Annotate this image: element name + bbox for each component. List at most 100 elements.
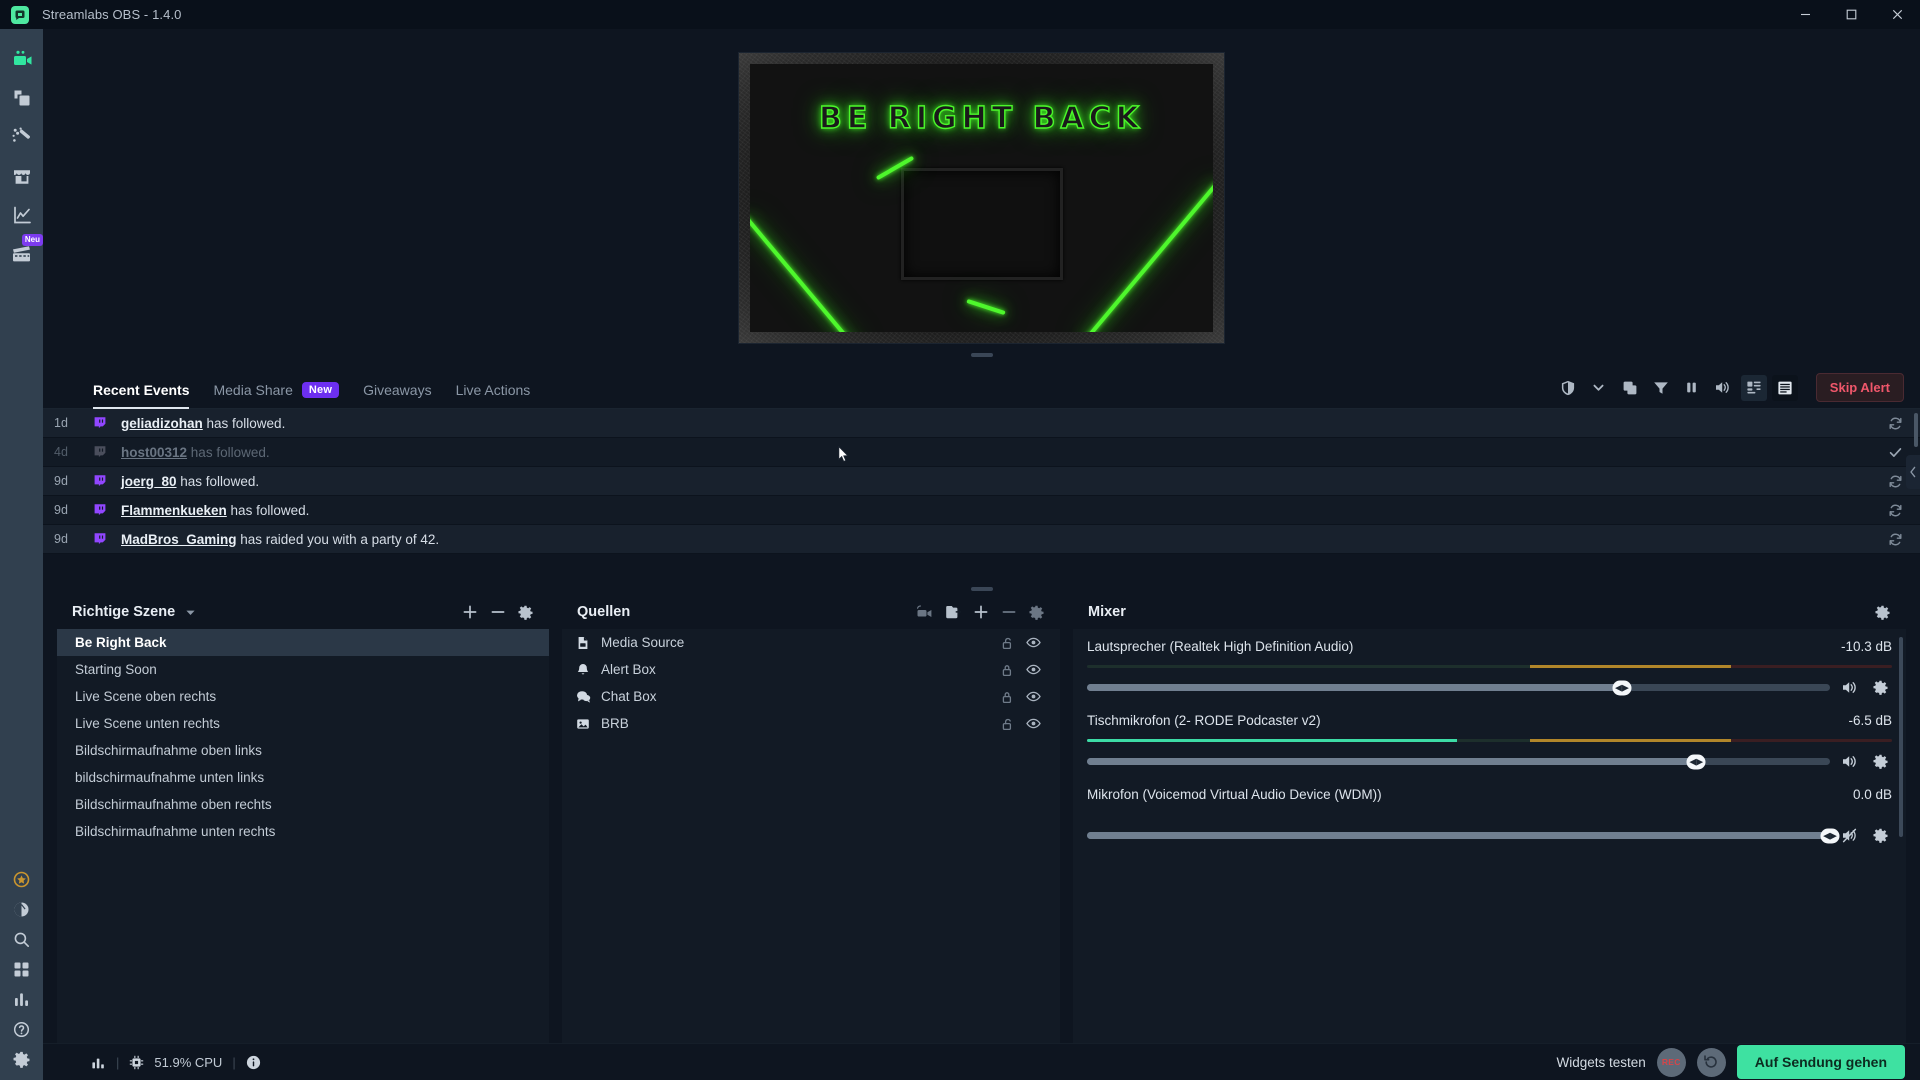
eye-icon[interactable]: [1020, 689, 1047, 704]
mixer-volume-slider[interactable]: ◀▶: [1087, 754, 1830, 769]
info-circle-icon[interactable]: [246, 1055, 261, 1070]
scene-item[interactable]: Be Right Back: [57, 629, 549, 656]
stream-preview[interactable]: BE RIGHT BACK: [43, 29, 1920, 367]
grid-view-icon[interactable]: [1740, 374, 1767, 401]
refresh-icon[interactable]: [1884, 503, 1906, 518]
go-live-button[interactable]: Auf Sendung gehen: [1736, 1045, 1905, 1079]
volume-icon[interactable]: [1710, 375, 1736, 401]
events-resize-handle[interactable]: [970, 587, 993, 591]
replay-buffer-icon[interactable]: [1696, 1047, 1726, 1077]
scene-item[interactable]: Live Scene oben rechts: [57, 683, 549, 710]
source-item[interactable]: Media Source: [562, 629, 1060, 656]
scene-item[interactable]: Live Scene unten rechts: [57, 710, 549, 737]
tab-media-share[interactable]: Media Share New: [213, 381, 340, 409]
scenes-list[interactable]: Be Right Back Starting Soon Live Scene o…: [57, 629, 549, 1043]
bar-chart-icon[interactable]: [91, 1055, 106, 1070]
mixer-volume-knob[interactable]: ◀▶: [1686, 754, 1706, 769]
pause-icon[interactable]: [1679, 375, 1705, 401]
collapse-panel-icon[interactable]: [1906, 455, 1920, 489]
lock-open-icon[interactable]: [993, 636, 1020, 650]
folder-add-icon[interactable]: [940, 600, 965, 625]
scene-item[interactable]: Bildschirmaufnahme unten rechts: [57, 818, 549, 845]
lock-closed-icon[interactable]: [993, 663, 1020, 677]
event-row[interactable]: 9d MadBros_Gaming has raided you with a …: [43, 525, 1920, 554]
skip-alert-button[interactable]: Skip Alert: [1815, 373, 1904, 402]
source-item[interactable]: Chat Box: [562, 683, 1060, 710]
check-icon[interactable]: [1884, 445, 1906, 460]
preview-resize-handle[interactable]: [970, 353, 993, 357]
widgets-test-label[interactable]: Widgets testen: [1556, 1055, 1645, 1070]
event-username[interactable]: geliadizohan: [121, 416, 203, 431]
projector-icon[interactable]: [912, 600, 937, 625]
remove-source-button[interactable]: [996, 600, 1021, 625]
close-icon[interactable]: [1874, 0, 1920, 29]
chevron-down-icon[interactable]: [1586, 375, 1612, 401]
lock-open-icon[interactable]: [993, 717, 1020, 731]
sidebar-item-grid[interactable]: [0, 954, 43, 984]
source-item[interactable]: BRB: [562, 710, 1060, 737]
event-row[interactable]: 9d Flammenkueken has followed.: [43, 496, 1920, 525]
sidebar-item-dashboard[interactable]: [0, 195, 43, 234]
mixer-settings-gear-icon[interactable]: [1870, 600, 1895, 625]
mixer-volume-slider[interactable]: ◀▶: [1087, 680, 1830, 695]
event-username[interactable]: host00312: [121, 445, 187, 460]
minimize-icon[interactable]: [1782, 0, 1828, 29]
sidebar-item-search[interactable]: [0, 924, 43, 954]
sidebar-item-layout-editor[interactable]: [0, 78, 43, 117]
sidebar-item-settings[interactable]: [0, 1044, 43, 1074]
sidebar-item-highlighter[interactable]: Neu: [0, 234, 43, 273]
mixer-scrollbar[interactable]: [1899, 637, 1903, 837]
events-list[interactable]: 1d geliadizohan has followed. 4d host003…: [43, 409, 1920, 595]
events-scrollbar[interactable]: [1914, 413, 1918, 447]
mixer-channel-settings-gear-icon[interactable]: [1869, 680, 1892, 695]
event-username[interactable]: MadBros_Gaming: [121, 532, 237, 547]
event-row[interactable]: 9d joerg_80 has followed.: [43, 467, 1920, 496]
add-scene-button[interactable]: [457, 600, 482, 625]
scene-settings-button[interactable]: [513, 600, 538, 625]
sidebar-item-prime[interactable]: [0, 864, 43, 894]
sidebar-item-store[interactable]: [0, 156, 43, 195]
list-view-icon[interactable]: [1771, 374, 1798, 401]
scene-item[interactable]: Starting Soon: [57, 656, 549, 683]
event-row[interactable]: 1d geliadizohan has followed.: [43, 409, 1920, 438]
scene-item[interactable]: Bildschirmaufnahme oben rechts: [57, 791, 549, 818]
eye-icon[interactable]: [1020, 635, 1047, 650]
event-username[interactable]: Flammenkueken: [121, 503, 227, 518]
sidebar-item-stats[interactable]: [0, 984, 43, 1014]
mixer-volume-knob[interactable]: ◀▶: [1820, 828, 1840, 843]
lock-closed-icon[interactable]: [993, 690, 1020, 704]
volume-icon[interactable]: [1838, 679, 1861, 696]
sidebar-item-help[interactable]: [0, 1014, 43, 1044]
record-button[interactable]: REC: [1656, 1047, 1686, 1077]
scene-item[interactable]: Bildschirmaufnahme oben links: [57, 737, 549, 764]
eye-icon[interactable]: [1020, 662, 1047, 677]
scene-collection-chevron-down-icon[interactable]: [185, 607, 196, 618]
volume-icon[interactable]: [1838, 753, 1861, 770]
volume-muted-icon[interactable]: [1838, 827, 1861, 844]
tab-recent-events[interactable]: Recent Events: [93, 382, 190, 409]
scene-item[interactable]: bildschirmaufnahme unten links: [57, 764, 549, 791]
filter-icon[interactable]: [1648, 375, 1674, 401]
event-row[interactable]: 4d host00312 has followed.: [43, 438, 1920, 467]
refresh-icon[interactable]: [1884, 416, 1906, 431]
copy-icon[interactable]: [1617, 375, 1643, 401]
sidebar-item-editor[interactable]: [0, 39, 43, 78]
event-username[interactable]: joerg_80: [121, 474, 177, 489]
sources-list[interactable]: Media Source Alert Box Chat Box BRB: [562, 629, 1060, 1043]
mixer-volume-knob[interactable]: ◀▶: [1612, 680, 1632, 695]
add-source-button[interactable]: [968, 600, 993, 625]
mixer-channel-settings-gear-icon[interactable]: [1869, 828, 1892, 843]
sidebar-item-themes[interactable]: [0, 117, 43, 156]
eye-icon[interactable]: [1020, 716, 1047, 731]
tab-live-actions[interactable]: Live Actions: [456, 382, 531, 409]
preview-canvas[interactable]: BE RIGHT BACK: [739, 53, 1224, 343]
mixer-volume-slider[interactable]: ◀▶: [1087, 828, 1840, 843]
maximize-icon[interactable]: [1828, 0, 1874, 29]
refresh-icon[interactable]: [1884, 532, 1906, 547]
sidebar-item-night-mode[interactable]: [0, 894, 43, 924]
shield-icon[interactable]: [1555, 375, 1581, 401]
refresh-icon[interactable]: [1884, 474, 1906, 489]
source-settings-button[interactable]: [1024, 600, 1049, 625]
tab-giveaways[interactable]: Giveaways: [363, 382, 431, 409]
source-item[interactable]: Alert Box: [562, 656, 1060, 683]
